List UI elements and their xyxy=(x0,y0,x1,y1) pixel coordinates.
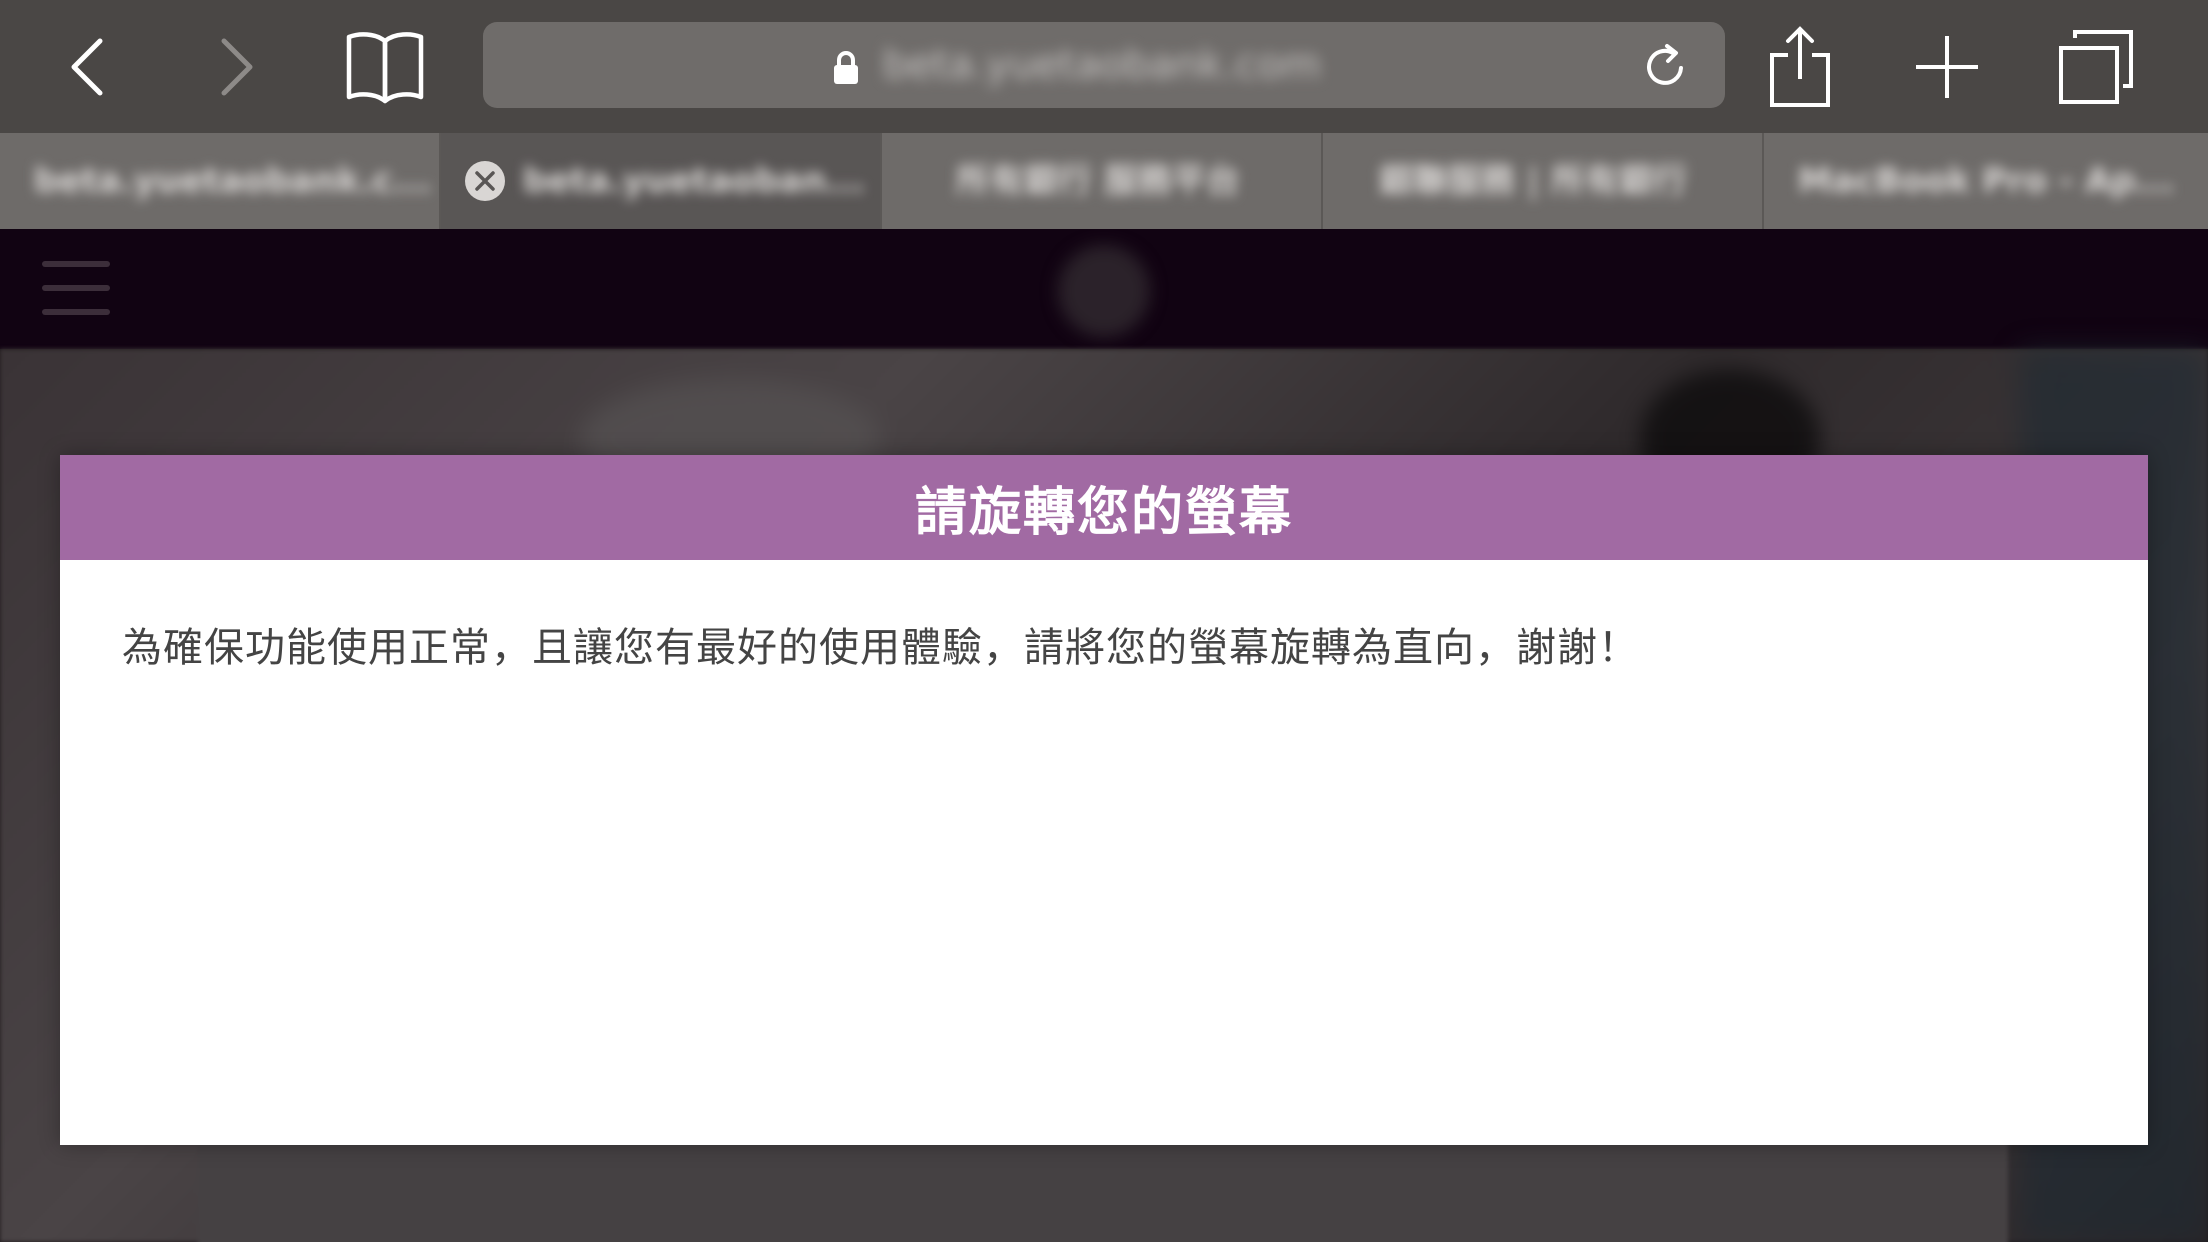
site-navbar xyxy=(0,229,2208,349)
tabs-overview-button[interactable] xyxy=(2056,22,2136,112)
dialog-body: 為確保功能使用正常，且讓您有最好的使用體驗，請將您的螢幕旋轉為直向，謝謝！ xyxy=(60,560,2148,676)
close-icon xyxy=(475,171,495,191)
browser-toolbar: beta.yuetaobank.com xyxy=(0,0,2208,133)
tab-2-active[interactable]: beta.yuetaoban... xyxy=(441,133,882,229)
dialog-title: 請旋轉您的螢幕 xyxy=(914,483,1293,543)
tab-bar: beta.yuetaobank.c... beta.yuetaoban... 所… xyxy=(0,133,2208,229)
lock-icon xyxy=(834,51,858,84)
hamburger-menu-icon[interactable] xyxy=(42,261,110,317)
dialog-message: 為確保功能使用正常，且讓您有最好的使用體驗，請將您的螢幕旋轉為直向，謝謝！ xyxy=(122,625,1639,671)
chevron-right-icon xyxy=(221,38,253,96)
tab-title: beta.yuetaoban... xyxy=(523,161,865,201)
tab-5[interactable]: MacBook Pro - Ap... xyxy=(1764,133,2208,229)
tab-4[interactable]: 銀聯服務 | 所有銀行 xyxy=(1323,133,1764,229)
plus-icon xyxy=(1916,36,1978,98)
share-button[interactable] xyxy=(1768,22,1832,112)
address-bar[interactable]: beta.yuetaobank.com xyxy=(483,22,1725,108)
back-button[interactable] xyxy=(58,22,118,112)
reload-icon[interactable] xyxy=(1643,42,1689,90)
tab-close-button[interactable] xyxy=(465,161,505,201)
chevron-left-icon xyxy=(71,38,103,96)
tab-title: beta.yuetaobank.c... xyxy=(34,161,432,201)
new-tab-button[interactable] xyxy=(1912,22,1982,112)
forward-button[interactable] xyxy=(206,22,266,112)
tab-title: MacBook Pro - Ap... xyxy=(1798,161,2175,201)
tab-1[interactable]: beta.yuetaobank.c... xyxy=(0,133,441,229)
book-icon xyxy=(346,32,424,104)
rotate-screen-dialog: 請旋轉您的螢幕 為確保功能使用正常，且讓您有最好的使用體驗，請將您的螢幕旋轉為直… xyxy=(60,455,2148,1145)
tab-3[interactable]: 所有銀行 服務平台 xyxy=(882,133,1323,229)
bookmarks-button[interactable] xyxy=(340,22,430,112)
url-text: beta.yuetaobank.com xyxy=(883,42,1321,88)
tab-title: 銀聯服務 | 所有銀行 xyxy=(1379,161,1688,201)
tabs-icon xyxy=(2059,30,2133,104)
tab-title: 所有銀行 服務平台 xyxy=(956,161,1240,201)
share-icon xyxy=(1770,26,1830,107)
dialog-header: 請旋轉您的螢幕 xyxy=(60,455,2148,560)
site-logo[interactable] xyxy=(1058,245,1150,337)
